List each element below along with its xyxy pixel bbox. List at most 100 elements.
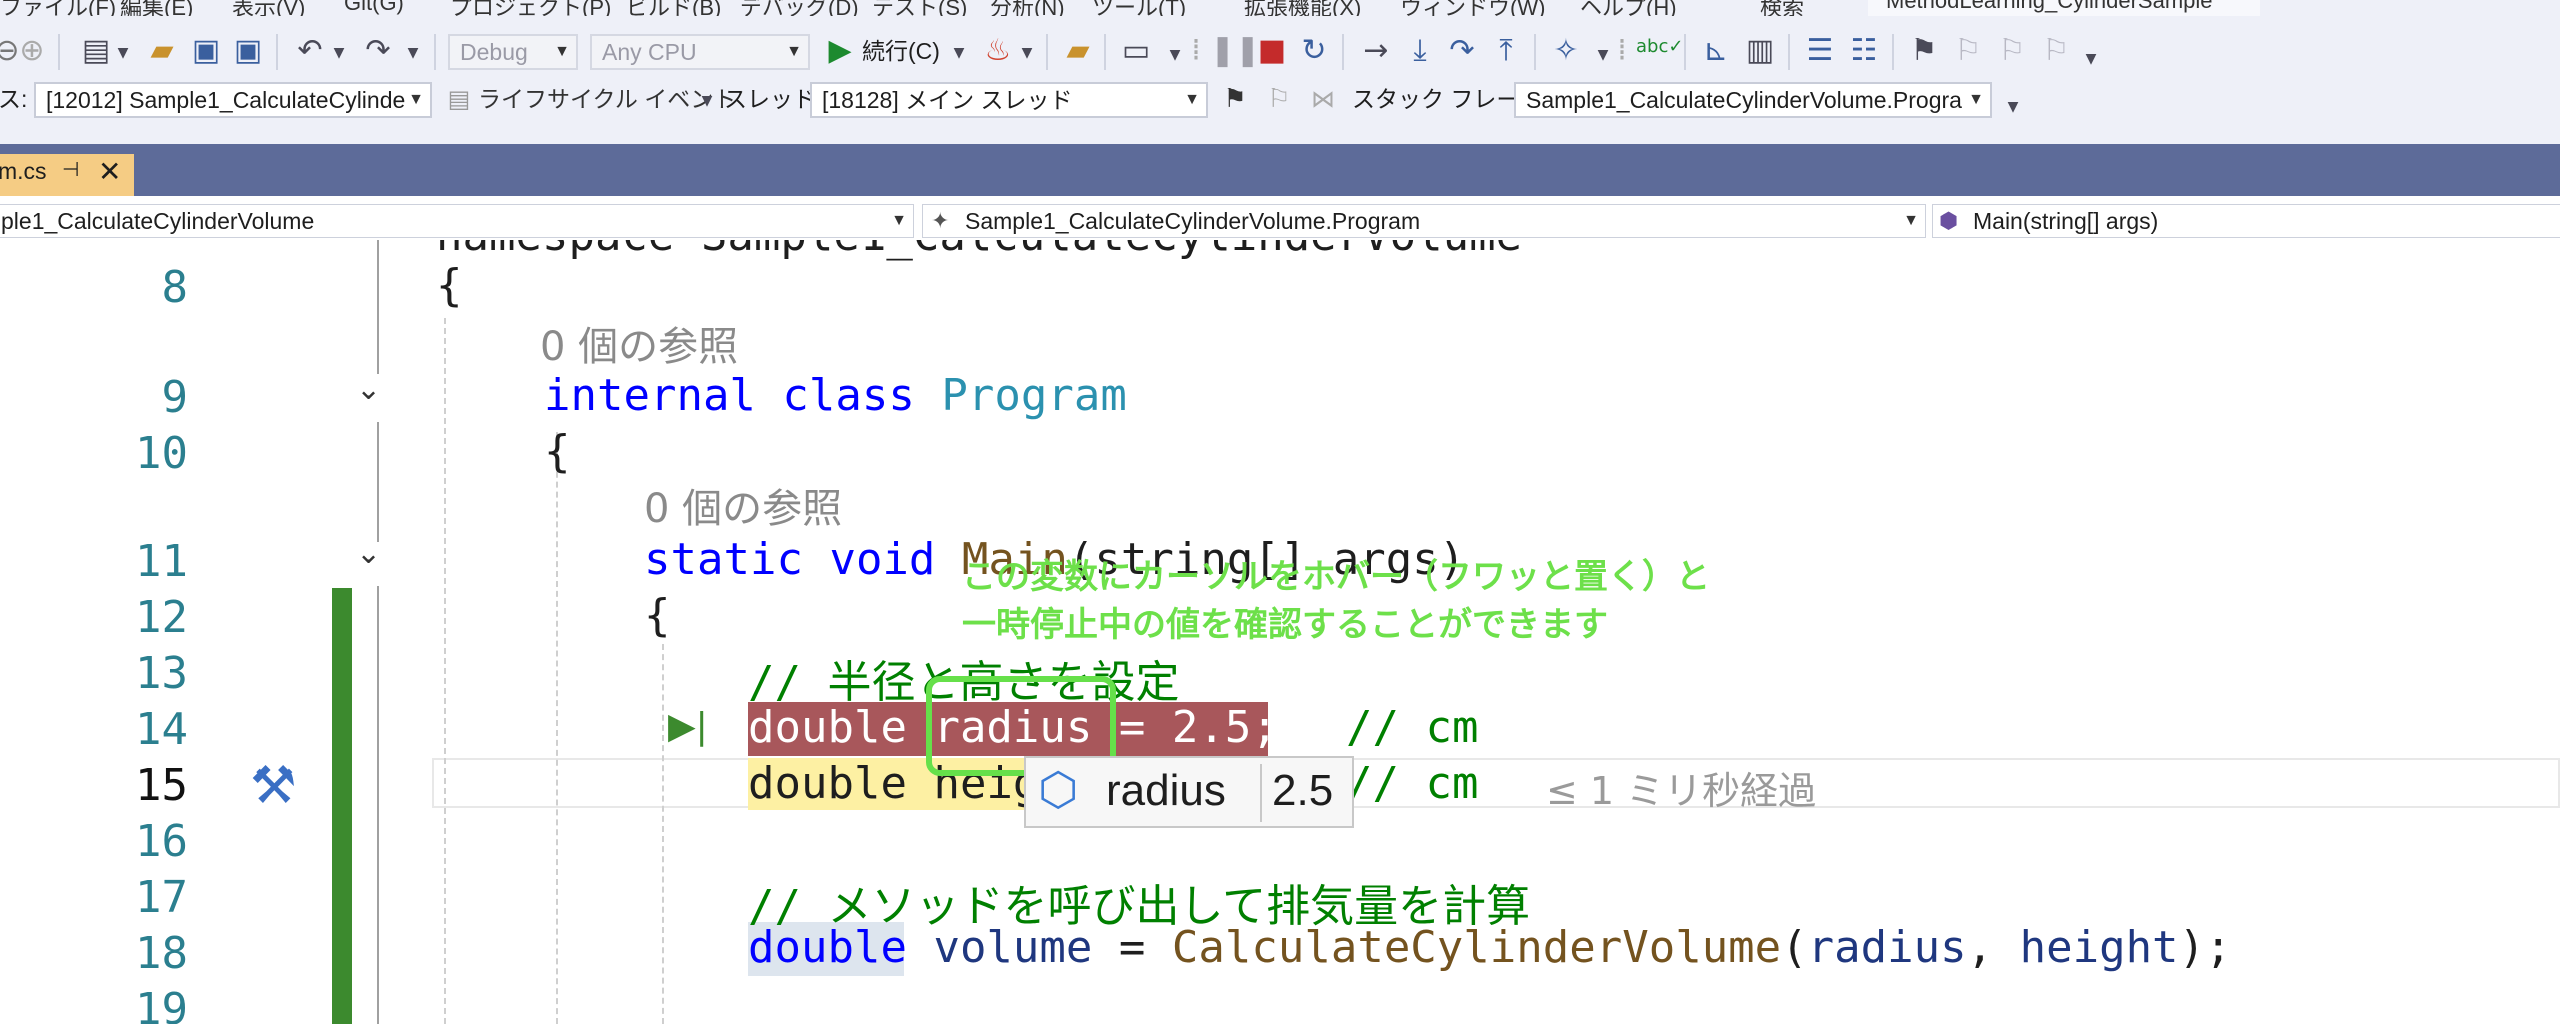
- open-folder-icon[interactable]: ▰: [142, 34, 182, 68]
- toolbar-separator: [1684, 34, 1686, 70]
- document-tab-title: m.cs: [0, 158, 47, 184]
- codelens-references[interactable]: 0 個の参照: [540, 314, 738, 372]
- window-layout-icon[interactable]: ▭: [1116, 34, 1156, 68]
- uncomment-block-icon[interactable]: ▥: [1740, 34, 1780, 68]
- play-icon[interactable]: ▶: [822, 34, 858, 68]
- step-over-icon[interactable]: ↷: [1442, 34, 1482, 68]
- variable-volume: volume: [933, 922, 1093, 973]
- configuration-dropdown[interactable]: Debug ▼: [448, 34, 578, 70]
- code-line-class: internal class Program: [544, 370, 1127, 421]
- keyword-double: double: [748, 922, 907, 973]
- chevron-down-icon[interactable]: ▼: [698, 84, 716, 118]
- menu-extensions[interactable]: 拡張機能(X): [1244, 0, 1361, 16]
- chevron-down-icon[interactable]: ▼: [2004, 90, 2022, 124]
- flag-threads-icon[interactable]: ⚐: [1262, 82, 1296, 116]
- stackframe-dropdown[interactable]: Sample1_CalculateCylinderVolume.Progra ▼: [1514, 82, 1992, 118]
- keyword-internal: internal: [544, 370, 756, 421]
- chevron-down-icon[interactable]: ▼: [1166, 38, 1184, 72]
- menu-window[interactable]: ウィンドウ(W): [1400, 0, 1545, 16]
- flag-thread-icon[interactable]: ⚑: [1218, 82, 1252, 116]
- stop-icon[interactable]: ■: [1252, 34, 1292, 68]
- find-in-files-icon[interactable]: ▰: [1058, 34, 1098, 68]
- breakpoint-settings-icon[interactable]: ✧: [1546, 34, 1586, 68]
- document-tab[interactable]: m.cs ⊣ ✕: [0, 154, 134, 196]
- menu-tools[interactable]: ツール(T): [1092, 0, 1186, 16]
- comment-block-icon[interactable]: ⊾: [1696, 34, 1736, 68]
- bookmark-icon[interactable]: ⚑: [1904, 34, 1944, 68]
- pause-icon[interactable]: ❚❚: [1210, 34, 1260, 68]
- screwdriver-icon[interactable]: ⚒: [250, 756, 297, 816]
- datatip-value[interactable]: 2.5: [1272, 766, 1333, 816]
- indent-icon[interactable]: ☰: [1800, 34, 1840, 68]
- lifecycle-events-icon[interactable]: ▤: [444, 82, 474, 116]
- toolbar-separator: [58, 34, 60, 70]
- outdent-icon[interactable]: ☷: [1844, 34, 1884, 68]
- menu-git[interactable]: Git(G): [344, 0, 404, 16]
- chevron-down-icon[interactable]: ▼: [1018, 36, 1036, 70]
- undo-icon[interactable]: ↶: [290, 34, 330, 68]
- class-icon: ✦: [931, 208, 950, 233]
- line-number: 13: [135, 648, 188, 699]
- chevron-down-icon[interactable]: ▼: [2082, 42, 2100, 76]
- line-number: 14: [135, 704, 188, 755]
- outline-line: [377, 422, 379, 542]
- restart-icon[interactable]: ↻: [1294, 34, 1334, 68]
- clear-bookmarks-icon[interactable]: ⚐: [2036, 34, 2076, 68]
- save-all-icon[interactable]: ▣: [228, 34, 268, 68]
- code-line-namespace: namespace Sample1_CalculateCylinderVolum…: [436, 240, 1522, 261]
- thread-label: スレッド:: [724, 86, 823, 112]
- member-dropdown[interactable]: ⬢ Main(string[] args): [1932, 204, 2560, 238]
- run-to-click-icon[interactable]: ▶|: [668, 706, 708, 747]
- menu-edit[interactable]: 編集(E): [120, 0, 193, 16]
- next-bookmark-icon[interactable]: ⚐: [1992, 34, 2032, 68]
- menu-test[interactable]: テスト(S): [872, 0, 967, 16]
- prev-bookmark-icon[interactable]: ⚐: [1948, 34, 1988, 68]
- process-dropdown[interactable]: [12012] Sample1_CalculateCylinde ▼: [34, 82, 432, 118]
- chevron-down-icon[interactable]: ▼: [950, 36, 968, 70]
- step-out-icon[interactable]: ⤒: [1486, 34, 1526, 68]
- comment-cm: // cm: [1346, 702, 1479, 753]
- class-dropdown[interactable]: ✦ Sample1_CalculateCylinderVolume.Progra…: [922, 204, 1926, 238]
- forward-icon[interactable]: ⊕: [12, 34, 52, 68]
- menu-view[interactable]: 表示(V): [232, 0, 305, 16]
- close-icon[interactable]: ✕: [98, 155, 121, 188]
- codelens-references[interactable]: 0 個の参照: [644, 476, 842, 534]
- show-next-statement-icon[interactable]: →: [1356, 34, 1396, 68]
- hot-reload-icon[interactable]: ♨: [978, 34, 1018, 68]
- redo-icon[interactable]: ↷: [358, 34, 398, 68]
- continue-button[interactable]: 続行(C): [862, 34, 940, 68]
- menu-file[interactable]: ファイル(F): [0, 0, 116, 16]
- thread-dropdown[interactable]: [18128] メイン スレッド ▼: [810, 82, 1208, 118]
- code-editor[interactable]: ⌄ ⌄ ⚒ ▶| 8 9 10 11 12 13 14 15 16 17 18 …: [0, 240, 2560, 1024]
- keyword-static: static: [644, 534, 803, 585]
- menu-analyze[interactable]: 分析(N): [990, 0, 1065, 16]
- platform-dropdown[interactable]: Any CPU ▼: [590, 34, 810, 70]
- perf-tip[interactable]: ≤ 1 ミリ秒経過: [1546, 760, 1816, 815]
- menu-debug[interactable]: デバッグ(D): [740, 0, 859, 16]
- menu-build[interactable]: ビルド(B): [626, 0, 721, 16]
- project-dropdown[interactable]: ple1_CalculateCylinderVolume ▼: [0, 204, 914, 238]
- menu-help[interactable]: ヘルプ(H): [1580, 0, 1677, 16]
- collapse-chevron-icon[interactable]: ⌄: [356, 536, 381, 571]
- chevron-down-icon[interactable]: ▼: [114, 36, 132, 70]
- spell-check-icon[interactable]: abc✓: [1636, 30, 1683, 64]
- step-into-icon[interactable]: ⤓: [1400, 34, 1440, 68]
- thread-value: [18128] メイン スレッド: [822, 87, 1073, 113]
- menu-search[interactable]: 検索: [1760, 0, 1804, 16]
- chevron-down-icon[interactable]: ▼: [1594, 38, 1612, 72]
- split-stacks-icon[interactable]: ⋈: [1306, 82, 1340, 116]
- chevron-down-icon: ▼: [1184, 91, 1200, 108]
- datatip[interactable]: ⬡ radius 2.5: [1024, 756, 1354, 828]
- chevron-down-icon[interactable]: ▼: [330, 36, 348, 70]
- radius-initializer: = 2.5;: [1092, 702, 1278, 753]
- new-item-icon[interactable]: ▤: [76, 34, 116, 68]
- save-icon[interactable]: ▣: [186, 34, 226, 68]
- grip-icon: ⁞: [1191, 33, 1201, 68]
- standard-toolbar: ⊖ ⊕ ▤ ▼ ▰ ▣ ▣ ↶ ▼ ↷ ▼ Debug ▼ Any CPU ▼ ▶ …: [0, 16, 2560, 88]
- chevron-down-icon[interactable]: ▼: [404, 36, 422, 70]
- pin-icon[interactable]: ⊣: [62, 157, 79, 182]
- code-line-volume: double volume = CalculateCylinderVolume(…: [748, 922, 2232, 973]
- menu-project[interactable]: プロジェクト(P): [450, 0, 611, 16]
- collapse-chevron-icon[interactable]: ⌄: [356, 372, 381, 407]
- line-number: 11: [135, 536, 188, 587]
